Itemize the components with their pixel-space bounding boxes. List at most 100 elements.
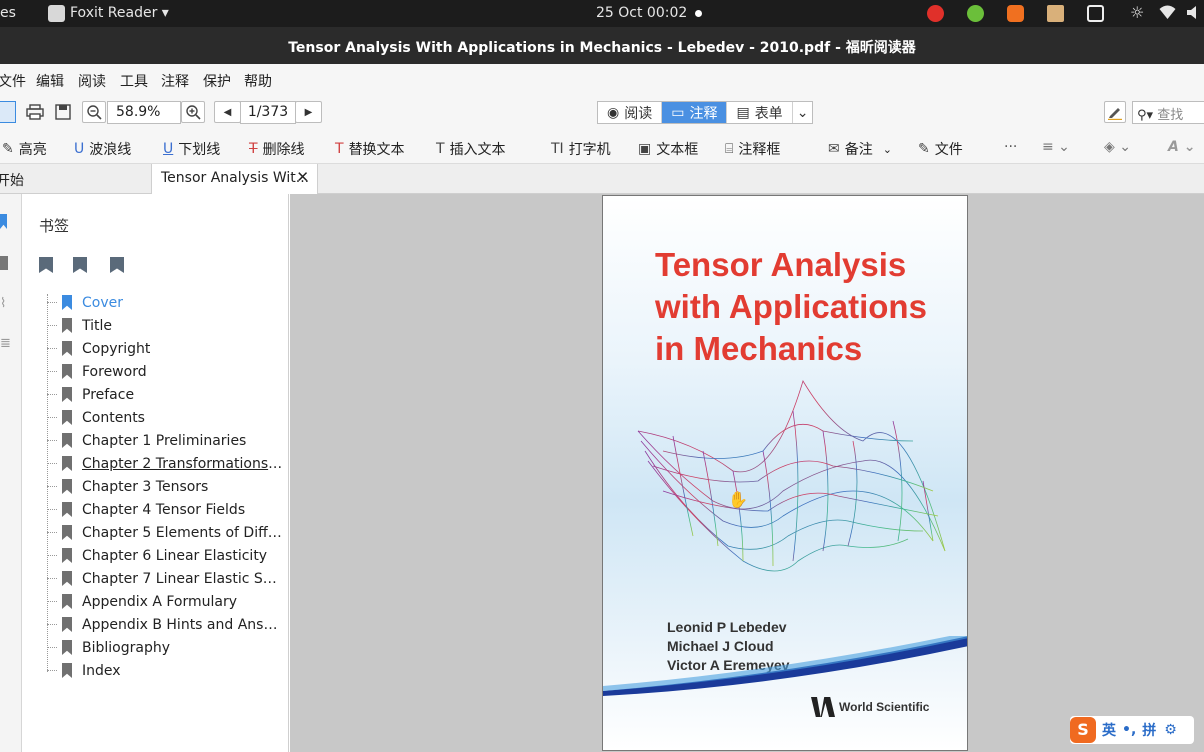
- sidebar-toggle-icon[interactable]: [0, 101, 16, 123]
- bookmark-item-chapter-5[interactable]: Chapter 5 Elements of Differ...: [47, 521, 289, 544]
- pdf-page-cover[interactable]: Tensor Analysis with Applications in Mec…: [602, 195, 968, 751]
- menu-edit[interactable]: 编辑: [36, 71, 64, 91]
- punctuation-icon[interactable]: •,: [1122, 722, 1136, 738]
- tree-connector: [47, 509, 57, 510]
- tree-connector: [47, 440, 57, 441]
- underline-tool[interactable]: U 下划线: [163, 139, 220, 159]
- tab-document[interactable]: Tensor Analysis Wit... ✕: [151, 164, 318, 194]
- squiggly-tool[interactable]: U 波浪线: [74, 139, 131, 159]
- zoom-out-icon[interactable]: [82, 101, 106, 123]
- app-menu-button[interactable]: Foxit Reader ▾: [70, 5, 169, 21]
- note-dropdown-icon[interactable]: ⌄: [883, 143, 892, 156]
- bookmark-item-cover[interactable]: Cover: [47, 291, 289, 314]
- bookmark-icon: [62, 479, 72, 494]
- bookmark-item-preface[interactable]: Preface: [47, 383, 289, 406]
- typewriter-tool[interactable]: TI 打字机: [551, 139, 611, 159]
- fill-color-icon[interactable]: ◈ ⌄: [1104, 139, 1131, 155]
- page-number-input[interactable]: 1/373: [240, 101, 296, 124]
- record-icon[interactable]: [927, 5, 944, 22]
- bookmark-item-chapter-2[interactable]: Chapter 2 Transformations an...: [47, 452, 289, 475]
- sogou-tray-icon[interactable]: [1007, 5, 1024, 22]
- bookmark-panel-icon[interactable]: [0, 214, 7, 229]
- mode-dropdown-icon[interactable]: ⌄: [793, 102, 813, 123]
- zoom-in-icon[interactable]: [181, 101, 205, 123]
- document-viewport[interactable]: Tensor Analysis with Applications in Mec…: [290, 194, 1204, 752]
- more-icon[interactable]: ···: [1004, 139, 1017, 155]
- ime-toolbar[interactable]: S 英 •, 拼 ⚙: [1070, 716, 1194, 744]
- callout-tool[interactable]: ⌸ 注释框: [725, 139, 780, 159]
- tree-connector: [47, 417, 57, 418]
- font-style-icon[interactable]: A ⌄: [1168, 139, 1195, 155]
- bookmark-label: Copyright: [82, 340, 151, 357]
- next-page-icon[interactable]: ▶: [295, 101, 322, 123]
- squiggly-label: 波浪线: [89, 142, 132, 158]
- menu-help[interactable]: 帮助: [244, 71, 272, 91]
- reader-tray-icon[interactable]: [1047, 5, 1064, 22]
- bookmark-item-appendix-b[interactable]: Appendix B Hints and Answers: [47, 613, 289, 636]
- brightness-icon[interactable]: ☼: [1130, 3, 1144, 22]
- strikeout-tool[interactable]: T 删除线: [249, 139, 305, 159]
- menu-tools[interactable]: 工具: [120, 71, 148, 91]
- ime-mode[interactable]: 拼: [1142, 720, 1156, 740]
- close-icon[interactable]: ✕: [296, 168, 309, 186]
- comment-panel-icon[interactable]: ≣: [0, 336, 11, 351]
- bookmark-item-chapter-4[interactable]: Chapter 4 Tensor Fields: [47, 498, 289, 521]
- menu-view[interactable]: 阅读: [78, 71, 106, 91]
- ime-language[interactable]: 英: [1102, 720, 1116, 740]
- menu-file[interactable]: 文件: [0, 71, 26, 91]
- add-bookmark-icon[interactable]: [39, 257, 53, 273]
- search-input[interactable]: ⚲▾ 查找: [1132, 101, 1204, 124]
- system-top-bar: es Foxit Reader ▾ 25 Oct 00:02 ☼: [0, 0, 1204, 27]
- print-icon[interactable]: [25, 101, 45, 123]
- comment-mode-label: 注释: [689, 105, 718, 122]
- save-icon[interactable]: [53, 101, 73, 123]
- wifi-icon[interactable]: [1159, 5, 1176, 22]
- tray-app-icon[interactable]: [967, 5, 984, 22]
- line-style-icon[interactable]: ≡ ⌄: [1042, 139, 1070, 155]
- bookmark-item-chapter-6[interactable]: Chapter 6 Linear Elasticity: [47, 544, 289, 567]
- highlight-label: 高亮: [18, 142, 47, 158]
- note-tool[interactable]: ✉ 备注 ⌄: [828, 139, 892, 159]
- expand-bookmark-icon[interactable]: [110, 257, 124, 273]
- volume-icon[interactable]: [1186, 5, 1203, 22]
- attachment-panel-icon[interactable]: ⌇: [0, 296, 6, 311]
- delete-bookmark-icon[interactable]: [73, 257, 87, 273]
- bookmark-item-copyright[interactable]: Copyright: [47, 337, 289, 360]
- clock[interactable]: 25 Oct 00:02: [596, 5, 687, 21]
- bookmark-item-foreword[interactable]: Foreword: [47, 360, 289, 383]
- form-mode-button[interactable]: ▤ 表单: [727, 102, 793, 123]
- bookmark-item-chapter-7[interactable]: Chapter 7 Linear Elastic Shells: [47, 567, 289, 590]
- menu-protect[interactable]: 保护: [203, 71, 231, 91]
- bookmark-label: Chapter 7 Linear Elastic Shells: [82, 570, 284, 587]
- previous-page-icon[interactable]: ◀: [214, 101, 241, 123]
- bookmark-item-title[interactable]: Title: [47, 314, 289, 337]
- highlight-tool[interactable]: ✎ 高亮: [2, 139, 47, 159]
- bookmark-icon: [62, 525, 72, 540]
- bookmark-icon: [62, 617, 72, 632]
- tree-connector: [47, 647, 57, 648]
- bookmark-item-chapter-1[interactable]: Chapter 1 Preliminaries: [47, 429, 289, 452]
- screen-tray-icon[interactable]: [1087, 5, 1104, 22]
- form-mode-label: 表单: [754, 105, 783, 122]
- bookmark-item-bibliography[interactable]: Bibliography: [47, 636, 289, 659]
- textbox-tool[interactable]: ▣ 文本框: [638, 139, 698, 159]
- highlighter-icon: ✎: [2, 141, 14, 157]
- comment-mode-button[interactable]: ▭ 注释: [662, 102, 728, 123]
- file-attach-tool[interactable]: ✎ 文件: [918, 139, 963, 159]
- tab-start[interactable]: 开始: [0, 164, 151, 194]
- insert-text-tool[interactable]: T 插入文本: [436, 139, 506, 159]
- ime-settings-icon[interactable]: ⚙: [1164, 722, 1177, 738]
- bookmark-item-appendix-a[interactable]: Appendix A Formulary: [47, 590, 289, 613]
- bookmark-item-contents[interactable]: Contents: [47, 406, 289, 429]
- edit-pen-icon[interactable]: [1104, 101, 1126, 123]
- pages-panel-icon[interactable]: [0, 256, 8, 270]
- activities-button[interactable]: es: [0, 5, 16, 21]
- bookmark-label: Chapter 4 Tensor Fields: [82, 501, 246, 518]
- menu-comment[interactable]: 注释: [161, 71, 189, 91]
- read-mode-button[interactable]: ◉ 阅读: [598, 102, 663, 123]
- mode-switcher: ◉ 阅读 ▭ 注释 ▤ 表单 ⌄: [597, 101, 814, 124]
- zoom-input[interactable]: 58.9%: [107, 101, 181, 124]
- replace-text-tool[interactable]: T 替换文本: [335, 139, 405, 159]
- bookmark-item-index[interactable]: Index: [47, 659, 289, 682]
- bookmark-item-chapter-3[interactable]: Chapter 3 Tensors: [47, 475, 289, 498]
